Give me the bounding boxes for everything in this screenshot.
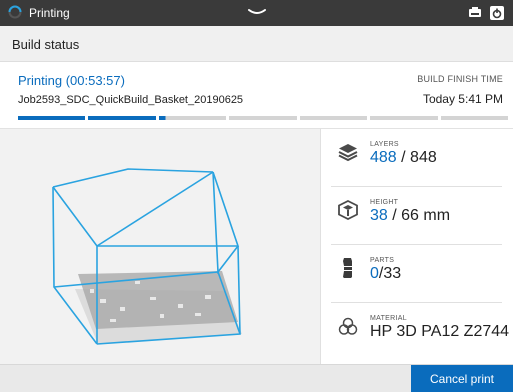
stat-value: 488 / 848	[370, 149, 437, 167]
stat-current: 38	[370, 207, 388, 224]
printer-icon[interactable]	[468, 6, 482, 20]
stat-total: / 848	[401, 149, 437, 166]
layers-icon	[338, 144, 358, 162]
stat-total: / 66 mm	[392, 207, 451, 224]
progress-segment	[299, 116, 368, 120]
stat-label: MATERIAL	[370, 315, 407, 322]
stat-label: HEIGHT	[370, 199, 399, 206]
stat-parts: PARTS 0/33	[321, 245, 513, 303]
parts-icon	[343, 258, 352, 278]
stat-total: /33	[378, 265, 402, 282]
footer-bar: Cancel print	[0, 364, 513, 392]
progress-segment	[18, 116, 86, 120]
progress-segment	[88, 116, 156, 120]
build-volume-view	[52, 168, 242, 345]
stat-height: HEIGHT 38 / 66 mm	[321, 187, 513, 245]
pull-down-handle-icon[interactable]	[247, 7, 267, 17]
spinner-icon	[8, 5, 22, 19]
build-finish-label: BUILD FINISH TIME	[417, 74, 503, 84]
stats-panel: LAYERS 488 / 848 HEIGHT 38 / 66 mm PARTS…	[320, 128, 513, 364]
page-title: Build status	[12, 37, 80, 52]
progress-segment	[229, 116, 297, 120]
stat-current: 0	[370, 265, 379, 282]
stat-label: PARTS	[370, 257, 395, 264]
build-preview[interactable]	[0, 128, 320, 364]
stat-value: 38 / 66 mm	[370, 207, 450, 225]
power-icon[interactable]	[489, 5, 505, 21]
height-icon	[338, 199, 358, 221]
stat-material: MATERIAL HP 3D PA12 Z2744	[321, 303, 513, 361]
print-status: Printing (00:53:57)	[18, 73, 125, 88]
status-bar: Printing	[0, 0, 513, 26]
progress-segment	[158, 116, 227, 120]
progress-segment	[440, 116, 508, 120]
stat-value: 0/33	[370, 265, 401, 283]
stat-layers: LAYERS 488 / 848	[321, 129, 513, 187]
build-finish-value: Today 5:41 PM	[422, 92, 503, 106]
cancel-print-button[interactable]: Cancel print	[411, 365, 513, 392]
job-name: Job2593_SDC_QuickBuild_Basket_20190625	[18, 94, 244, 106]
stat-label: LAYERS	[370, 141, 399, 148]
stat-value: HP 3D PA12 Z2744	[370, 323, 509, 341]
material-icon	[338, 317, 358, 335]
progress-segment	[370, 116, 438, 120]
stat-total: HP 3D PA12 Z2744	[370, 323, 510, 340]
stat-current: 488	[370, 149, 397, 166]
progress-bar	[18, 116, 508, 120]
job-panel: Printing (00:53:57) Job2593_SDC_QuickBui…	[0, 62, 513, 128]
page-header: Build status	[0, 26, 513, 62]
app-title: Printing	[29, 6, 70, 20]
